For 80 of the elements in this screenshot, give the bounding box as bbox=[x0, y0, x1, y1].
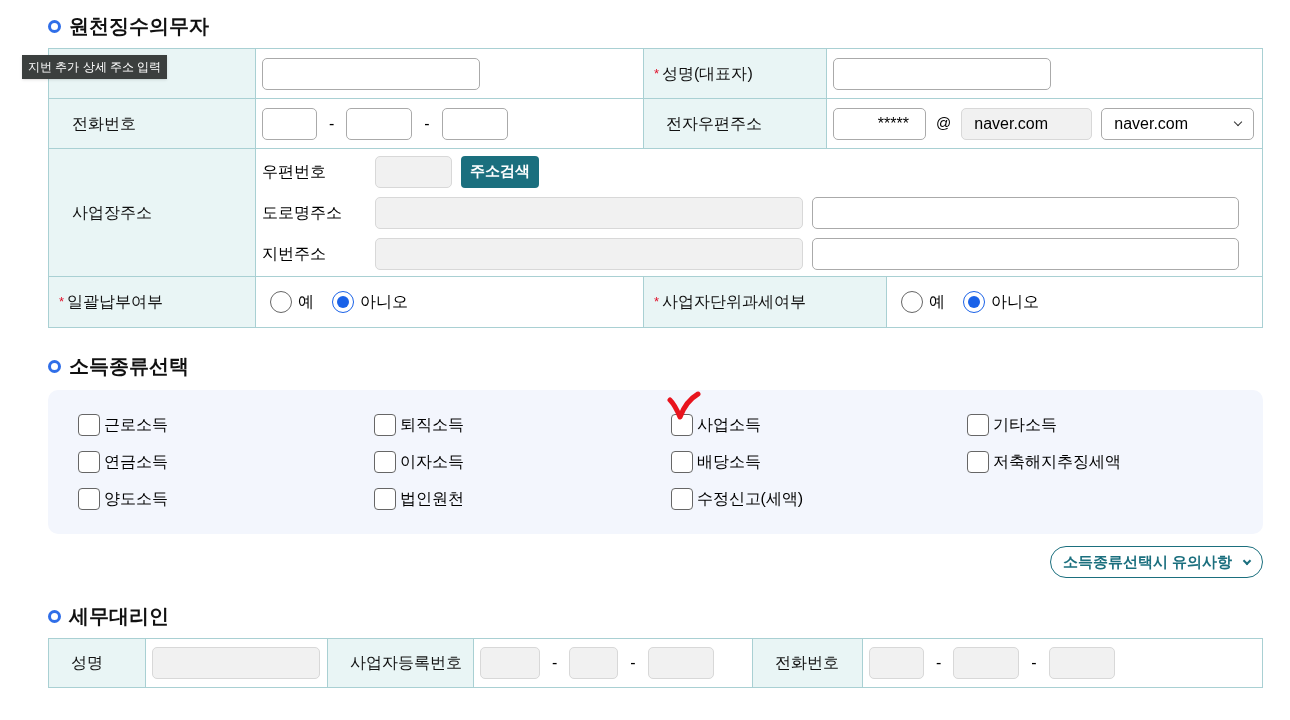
detail-address-input[interactable] bbox=[812, 237, 1239, 270]
email-input[interactable]: ***** bbox=[833, 107, 926, 140]
domain-select[interactable]: naver.com bbox=[1101, 107, 1255, 140]
separator: - bbox=[328, 113, 336, 134]
required-mark: * bbox=[654, 293, 660, 312]
bullet-icon bbox=[48, 609, 61, 623]
agent-phone-input[interactable] bbox=[953, 647, 1020, 679]
checkbox[interactable] bbox=[78, 414, 100, 436]
radio-button[interactable] bbox=[270, 291, 292, 313]
agent-phone-input[interactable] bbox=[1048, 647, 1115, 679]
field-label: 전화번호 bbox=[775, 653, 839, 673]
lot-address-label: 지번주소 bbox=[262, 243, 327, 264]
registration-input[interactable] bbox=[569, 647, 619, 679]
section-title: 소득종류선택 bbox=[69, 354, 189, 379]
field-label: 사업자단위과세여부 bbox=[662, 292, 807, 312]
radio-option[interactable]: 아니오 bbox=[332, 290, 408, 314]
zip-input[interactable] bbox=[375, 155, 452, 188]
income-checkbox-option[interactable]: 기타소득 bbox=[966, 412, 1057, 438]
checkbox[interactable] bbox=[670, 488, 693, 510]
domain-input[interactable]: naver.com bbox=[961, 107, 1093, 140]
radio-button[interactable] bbox=[332, 291, 354, 313]
radio-option[interactable]: 아니오 bbox=[963, 290, 1039, 314]
registration-input[interactable] bbox=[480, 647, 540, 679]
agent-phone-input[interactable] bbox=[869, 647, 924, 679]
separator: - bbox=[629, 653, 637, 673]
phone-input[interactable] bbox=[441, 107, 508, 140]
checkbox[interactable] bbox=[374, 488, 397, 510]
checkbox[interactable] bbox=[670, 414, 693, 436]
lot-address-input[interactable] bbox=[375, 237, 803, 270]
phone-input[interactable] bbox=[262, 107, 317, 140]
required-mark: * bbox=[654, 64, 660, 83]
bullet-icon bbox=[48, 19, 61, 33]
checkbox[interactable] bbox=[966, 414, 989, 436]
checkbox[interactable] bbox=[374, 414, 397, 436]
required-mark: * bbox=[59, 293, 65, 312]
field-label: 전화번호 bbox=[72, 113, 136, 134]
field-label: 사업장주소 bbox=[72, 202, 152, 223]
road-address-input[interactable] bbox=[375, 196, 803, 229]
tooltip: 지번 추가 상세 주소 입력 bbox=[22, 55, 168, 79]
income-checkbox-option[interactable]: 수정신고(세액) bbox=[670, 486, 804, 512]
agent-name-input[interactable] bbox=[152, 647, 320, 679]
address-search-button[interactable]: 주소검색 bbox=[461, 155, 539, 188]
road-address-label: 도로명주소 bbox=[262, 202, 343, 223]
field-label: 전자우편주소 bbox=[666, 113, 762, 134]
income-checkbox-option[interactable]: 연금소득 bbox=[78, 449, 168, 475]
income-checkbox-option[interactable]: 저축해지추징세액 bbox=[966, 449, 1121, 475]
income-checkbox-option[interactable]: 배당소득 bbox=[670, 449, 761, 475]
radio-button[interactable] bbox=[901, 291, 923, 313]
income-checkbox-option[interactable]: 이자소득 bbox=[374, 449, 465, 475]
income-checkbox-option[interactable]: 사업소득 bbox=[670, 412, 761, 438]
name-input[interactable] bbox=[833, 57, 1051, 90]
bullet-icon bbox=[48, 359, 61, 373]
section-title: 세무대리인 bbox=[69, 604, 169, 629]
checkbox[interactable] bbox=[670, 451, 693, 473]
income-checkbox-option[interactable]: 법인원천 bbox=[374, 486, 465, 512]
separator: - bbox=[1030, 653, 1038, 673]
phone-input[interactable] bbox=[346, 107, 413, 140]
radio-button[interactable] bbox=[963, 291, 985, 313]
separator: - bbox=[551, 653, 559, 673]
field-label: 일괄납부여부 bbox=[67, 292, 164, 312]
section-title: 원천징수의무자 bbox=[69, 14, 209, 39]
radio-option[interactable]: 예 bbox=[270, 290, 314, 314]
separator: - bbox=[423, 113, 431, 134]
radio-option[interactable]: 예 bbox=[901, 290, 945, 314]
checkbox[interactable] bbox=[966, 451, 989, 473]
checkbox[interactable] bbox=[374, 451, 397, 473]
separator: - bbox=[935, 653, 943, 673]
income-checkbox-option[interactable]: 퇴직소득 bbox=[374, 412, 465, 438]
company-input[interactable] bbox=[262, 57, 480, 90]
checkbox[interactable] bbox=[78, 451, 100, 473]
income-checkbox-option[interactable]: 근로소득 bbox=[78, 412, 168, 438]
field-label: 성명(대표자) bbox=[662, 63, 753, 84]
checkbox[interactable] bbox=[78, 488, 100, 510]
field-label: 사업자등록번호 bbox=[350, 653, 462, 673]
registration-input[interactable] bbox=[647, 647, 714, 679]
field-label: 성명 bbox=[71, 653, 103, 673]
detail-address-input[interactable] bbox=[812, 196, 1239, 229]
income-checkbox-option[interactable]: 양도소득 bbox=[78, 486, 168, 512]
zip-label: 우편번호 bbox=[262, 161, 327, 182]
at-sign: @ bbox=[935, 113, 953, 134]
